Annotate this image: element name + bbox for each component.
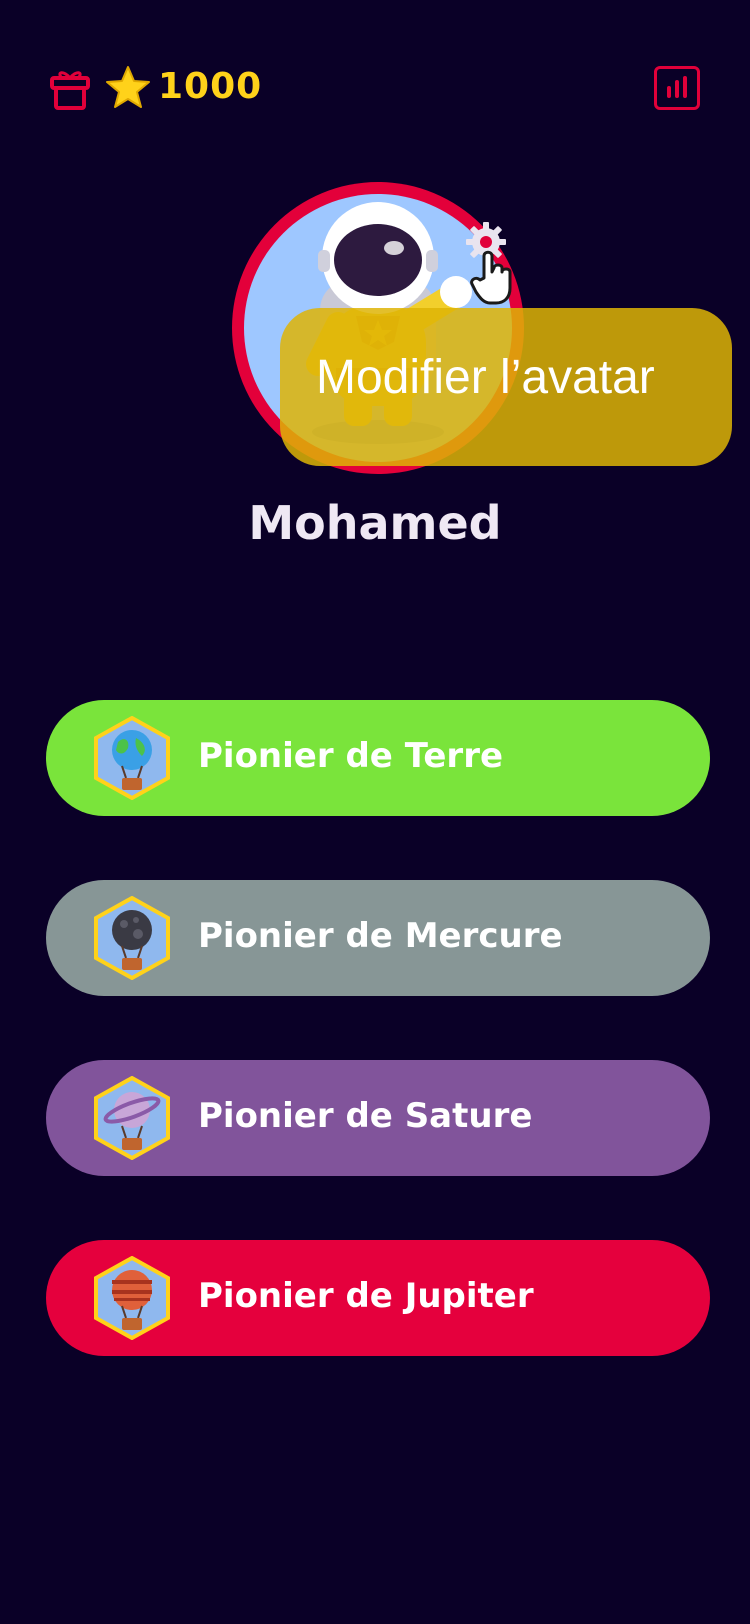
coin-count: 1000 (158, 66, 263, 107)
badge-label: Pionier de Jupiter (198, 1276, 534, 1316)
badge-jupiter[interactable]: Pionier de Jupiter (46, 1240, 710, 1356)
badge-saturn[interactable]: Pionier de Sature (46, 1060, 710, 1176)
badge-label: Pionier de Sature (198, 1096, 533, 1136)
badge-label: Pionier de Mercure (198, 916, 563, 956)
top-bar: 1000 (0, 0, 750, 180)
badge-earth[interactable]: Pionier de Terre (46, 700, 710, 816)
star-icon (106, 66, 150, 108)
badge-mercury[interactable]: Pionier de Mercure (46, 880, 710, 996)
edit-avatar-tooltip[interactable]: Modifier l’avatar (280, 308, 732, 466)
saturn-balloon-icon (94, 1076, 170, 1160)
tooltip-label: Modifier l’avatar (316, 351, 655, 404)
username: Mohamed (248, 496, 502, 550)
badge-label: Pionier de Terre (198, 736, 504, 776)
stats-button[interactable] (654, 66, 700, 110)
gift-box-icon[interactable] (48, 68, 92, 110)
mercury-balloon-icon (94, 896, 170, 980)
jupiter-balloon-icon (94, 1256, 170, 1340)
earth-balloon-icon (94, 716, 170, 800)
hand-cursor-icon (470, 250, 512, 305)
